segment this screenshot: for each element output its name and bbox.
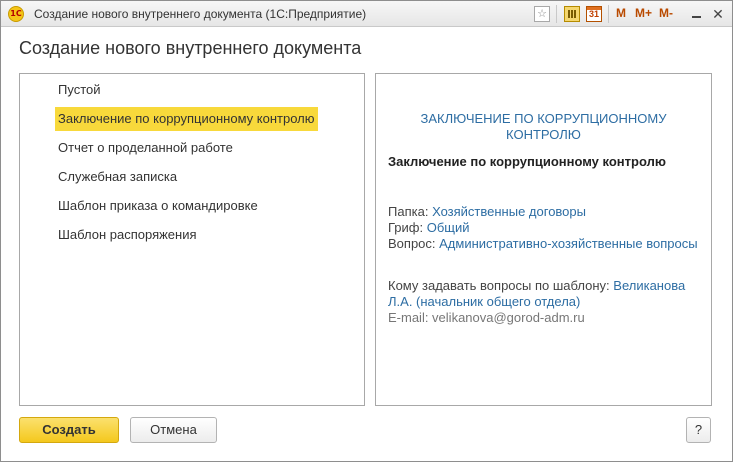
minimize-button[interactable] — [687, 5, 705, 23]
window-title: Создание нового внутреннего документа (1… — [34, 7, 367, 21]
1c-logo-icon[interactable]: 1С — [8, 6, 24, 22]
toolbar-separator — [608, 5, 609, 23]
preview-doc-name: Заключение по коррупционному контролю — [388, 154, 666, 169]
template-item[interactable]: Шаблон приказа о командировке — [55, 194, 262, 218]
title-bar: 1С Создание нового внутреннего документа… — [1, 1, 732, 27]
toolbar-separator — [556, 5, 557, 23]
preview-question: Вопрос: Административно-хозяйственные во… — [388, 236, 700, 252]
template-item[interactable]: Отчет о проделанной работе — [55, 136, 237, 160]
calculator-icon[interactable] — [564, 6, 580, 22]
template-item-selected[interactable]: Заключение по коррупционному контролю — [55, 107, 319, 131]
create-button[interactable]: Создать — [19, 417, 119, 443]
preview-folder: Папка: Хозяйственные договоры — [388, 204, 700, 220]
favorite-star-icon[interactable]: ☆ — [534, 6, 550, 22]
memory-plus-button[interactable]: M+ — [635, 6, 652, 20]
preview-header: ЗАКЛЮЧЕНИЕ ПО КОРРУПЦИОННОМУ КОНТРОЛЮ — [420, 111, 667, 142]
minimize-icon — [691, 16, 701, 18]
question-link[interactable]: Административно-хозяйственные вопросы — [439, 236, 697, 251]
calendar-icon[interactable]: 31 — [586, 6, 602, 22]
form-heading: Создание нового внутреннего документа — [19, 38, 362, 58]
template-item[interactable]: Пустой — [55, 78, 105, 102]
memory-minus-button[interactable]: M- — [659, 6, 673, 20]
template-list[interactable]: Пустой Заключение по коррупционному конт… — [19, 73, 365, 406]
preview-email: E-mail: velikanova@gorod-adm.ru — [388, 310, 585, 325]
cancel-button[interactable]: Отмена — [130, 417, 217, 443]
grif-link[interactable]: Общий — [427, 220, 470, 235]
memory-button[interactable]: M — [616, 6, 626, 20]
question-label: Вопрос: — [388, 236, 436, 251]
close-button[interactable]: ✕ — [709, 5, 727, 23]
folder-link[interactable]: Хозяйственные договоры — [432, 204, 586, 219]
preview-contact: Кому задавать вопросы по шаблону: Велика… — [388, 278, 700, 310]
contact-label: Кому задавать вопросы по шаблону: — [388, 278, 610, 293]
grif-label: Гриф: — [388, 220, 424, 235]
dialog-window: 1С Создание нового внутреннего документа… — [0, 0, 733, 462]
template-item[interactable]: Служебная записка — [55, 165, 181, 189]
folder-label: Папка: — [388, 204, 429, 219]
template-preview: ЗАКЛЮЧЕНИЕ ПО КОРРУПЦИОННОМУ КОНТРОЛЮ За… — [375, 73, 712, 406]
preview-grif: Гриф: Общий — [388, 220, 700, 236]
help-button[interactable]: ? — [686, 417, 711, 443]
template-item[interactable]: Шаблон распоряжения — [55, 223, 201, 247]
